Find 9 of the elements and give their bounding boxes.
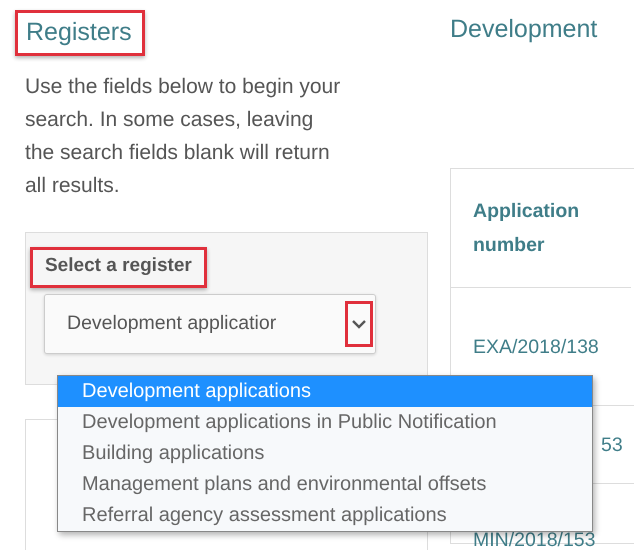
select-value: Development applicatior: [67, 310, 276, 336]
page-title: Development: [450, 14, 598, 44]
register-label: Select a register: [30, 247, 207, 288]
registers-heading: Registers: [15, 10, 145, 56]
dropdown-option[interactable]: Development applications: [58, 376, 592, 407]
column-header: Application number: [451, 169, 631, 288]
intro-text: Use the fields below to begin your search. In some cases, leaving the search fields blank will return all results.: [25, 74, 342, 199]
register-select[interactable]: Development applicatior: [44, 294, 376, 354]
chevron-down-icon[interactable]: [345, 300, 373, 346]
